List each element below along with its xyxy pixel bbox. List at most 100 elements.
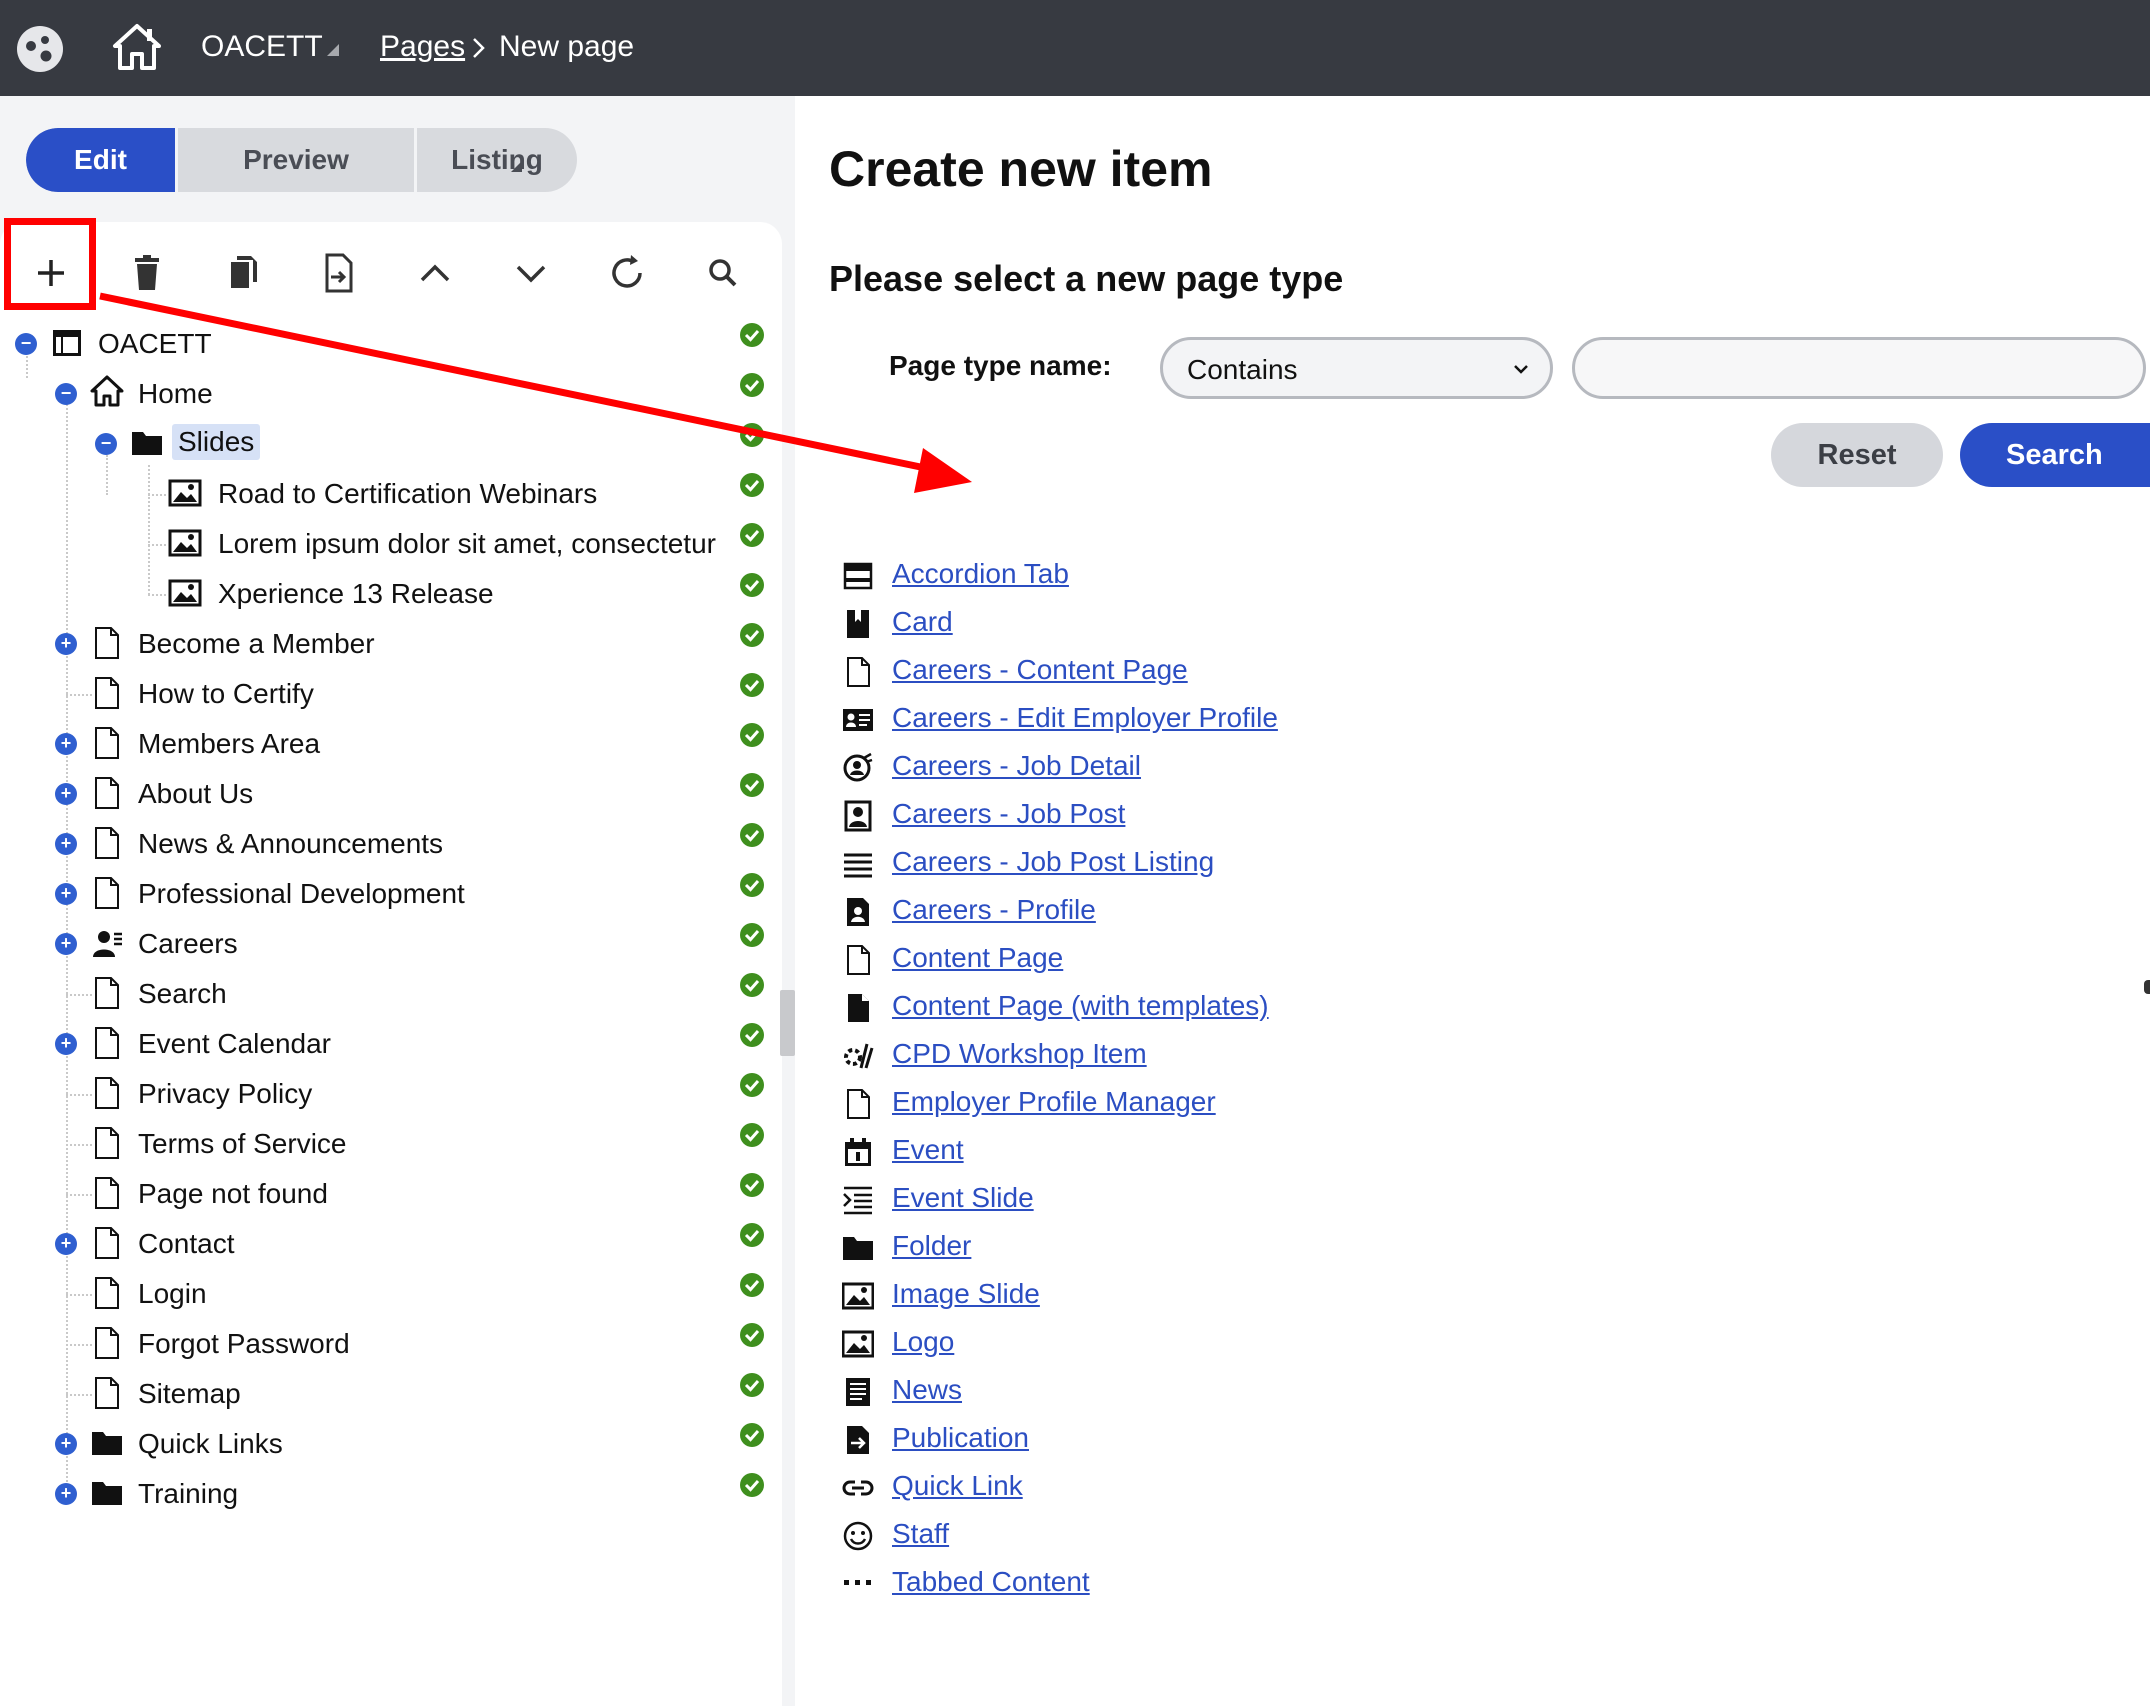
ellipsis-icon [844,1580,871,1585]
page-type-link[interactable]: Quick Link [892,1470,1023,1502]
tree-node-page[interactable]: How to Certify [0,672,764,716]
caret-down-icon[interactable] [323,40,341,58]
tree-node-page[interactable]: Search [0,972,764,1016]
tree-label: Home [138,378,213,409]
tree-node-page[interactable]: + Become a Member [0,622,764,666]
tree-node-page[interactable]: + Contact [0,1222,764,1266]
tree-node-page[interactable]: + Event Calendar [0,1022,764,1066]
expand-toggle-icon[interactable]: + [55,633,77,655]
tree-node-home[interactable]: − Home [0,372,764,416]
move-icon[interactable] [316,250,362,296]
tab-preview[interactable]: Preview [178,128,522,192]
expand-toggle-icon[interactable]: + [55,1233,77,1255]
expand-toggle-icon[interactable]: + [55,883,77,905]
image-icon [842,1330,874,1358]
breadcrumb-pages-link[interactable]: Pages [380,30,465,64]
page-type-link[interactable]: Staff [892,1518,949,1550]
tab-listing[interactable]: Listing [417,128,577,192]
chevron-down-icon [1514,365,1528,374]
page-type-link[interactable]: Careers - Job Detail [892,750,1141,782]
page-type-link[interactable]: Card [892,606,953,638]
collapse-toggle-icon[interactable]: − [95,433,117,455]
page-type-link[interactable]: Accordion Tab [892,558,1069,590]
expand-toggle-icon[interactable]: + [55,1433,77,1455]
page-icon [847,1089,870,1119]
expand-toggle-icon[interactable]: + [55,1033,77,1055]
page-type-link[interactable]: Content Page (with templates) [892,990,1269,1022]
tree-node-page[interactable]: Page not found [0,1172,764,1216]
refresh-icon[interactable] [604,250,650,296]
arrow-down-icon[interactable] [508,250,554,296]
reset-button[interactable]: Reset [1771,423,1943,487]
page-type-link[interactable]: Tabbed Content [892,1566,1090,1598]
tree-label: Sitemap [138,1378,241,1409]
site-selector[interactable]: OACETT [201,30,323,64]
page-type-link[interactable]: Careers - Profile [892,894,1096,926]
panel-resize-handle[interactable] [780,990,795,1056]
website-icon [53,330,81,356]
page-icon [847,657,870,687]
expand-toggle-icon[interactable]: + [55,933,77,955]
page-type-search-input[interactable] [1572,337,2146,399]
page-type-link[interactable]: Careers - Job Post Listing [892,846,1214,878]
tree-node-page[interactable]: Sitemap [0,1372,764,1416]
search-button[interactable]: Search [1960,423,2150,487]
page-icon [95,827,119,859]
page-type-link[interactable]: Image Slide [892,1278,1040,1310]
published-check-icon [740,773,764,797]
app-logo-icon[interactable] [15,24,65,74]
expand-toggle-icon[interactable]: + [55,833,77,855]
expand-toggle-icon[interactable]: + [55,783,77,805]
tree-node-page[interactable]: + News & Announcements [0,822,764,866]
page-type-link[interactable]: Folder [892,1230,971,1262]
tree-node-page[interactable]: Forgot Password [0,1322,764,1366]
published-check-icon [740,1023,764,1047]
tree-label: Lorem ipsum dolor sit amet, consectetur [218,528,716,559]
page-type-link[interactable]: Content Page [892,942,1063,974]
search-icon[interactable] [700,250,746,296]
arrow-up-icon[interactable] [412,250,458,296]
accordion-icon [843,562,873,590]
page-type-link[interactable]: Logo [892,1326,954,1358]
chevron-right-icon [473,38,485,58]
tree-node-slide[interactable]: Road to Certification Webinars [0,472,764,516]
tree-node-page[interactable]: Privacy Policy [0,1072,764,1116]
page-type-link[interactable]: Event [892,1134,964,1166]
home-icon [90,375,124,407]
tree-node-page[interactable]: + About Us [0,772,764,816]
page-type-link[interactable]: CPD Workshop Item [892,1038,1147,1070]
tree-node-page[interactable]: + Members Area [0,722,764,766]
page-type-link[interactable]: Careers - Content Page [892,654,1188,686]
page-type-link[interactable]: Employer Profile Manager [892,1086,1216,1118]
page-filled-icon [848,994,869,1022]
tab-edit[interactable]: Edit [26,128,175,192]
filter-operator-select[interactable]: Contains [1160,337,1553,399]
tree-node-slide[interactable]: Xperience 13 Release [0,572,764,616]
folder-icon [92,1432,122,1455]
page-type-link[interactable]: News [892,1374,962,1406]
tree-node-page[interactable]: Login [0,1272,764,1316]
page-icon [95,677,119,709]
tree-node-folder[interactable]: + Training [0,1472,764,1516]
tree-node-slides[interactable]: − Slides [0,422,764,466]
home-icon[interactable] [112,22,162,72]
page-type-link[interactable]: Careers - Job Post [892,798,1125,830]
page-icon [95,1077,119,1109]
page-type-link[interactable]: Publication [892,1422,1029,1454]
expand-toggle-icon[interactable]: + [55,1483,77,1505]
tree-node-root[interactable]: − OACETT [0,322,764,366]
collapse-toggle-icon[interactable]: − [55,383,77,405]
breadcrumb-current: New page [499,30,635,63]
page-type-link[interactable]: Careers - Edit Employer Profile [892,702,1278,734]
tree-node-folder[interactable]: + Quick Links [0,1422,764,1466]
copy-icon[interactable] [220,250,266,296]
tree-node-page[interactable]: + Careers [0,922,764,966]
collapse-toggle-icon[interactable]: − [15,333,37,355]
tree-node-page[interactable]: Terms of Service [0,1122,764,1166]
tree-node-slide[interactable]: Lorem ipsum dolor sit amet, consectetur [0,522,764,566]
trash-icon[interactable] [124,250,170,296]
filter-operator-value: Contains [1187,354,1298,385]
tree-node-page[interactable]: + Professional Development [0,872,764,916]
expand-toggle-icon[interactable]: + [55,733,77,755]
page-type-link[interactable]: Event Slide [892,1182,1034,1214]
